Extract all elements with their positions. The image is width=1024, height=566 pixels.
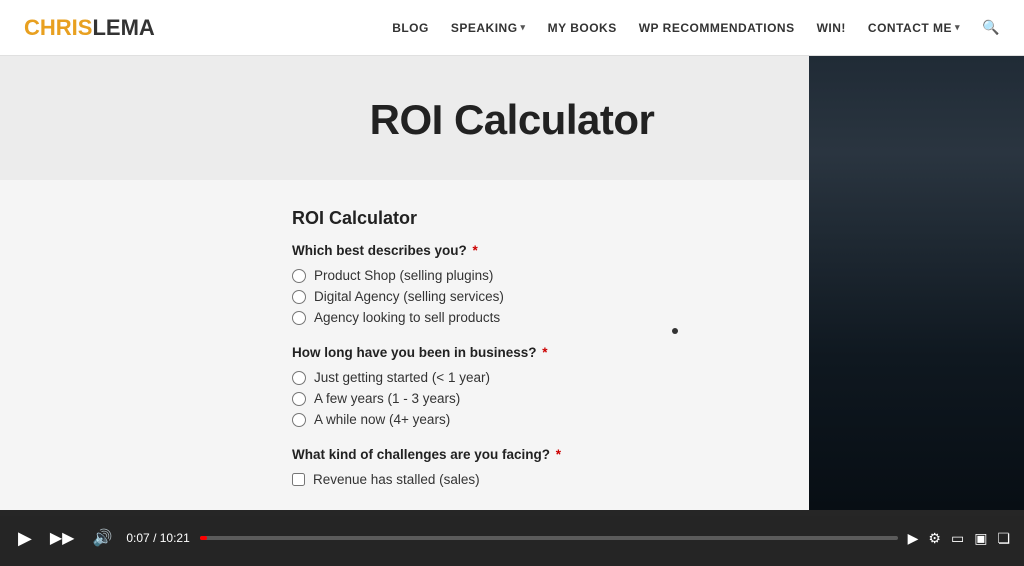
- logo-lema: LEMA: [92, 15, 154, 40]
- speaking-chevron-icon: ▾: [521, 22, 526, 33]
- question-1-options: Product Shop (selling plugins) Digital A…: [292, 268, 752, 325]
- fullscreen-icon[interactable]: ❏: [997, 530, 1010, 547]
- volume-button[interactable]: 🔊: [88, 528, 116, 548]
- question-3-block: What kind of challenges are you facing? …: [292, 447, 752, 487]
- q2-option-3-radio[interactable]: [292, 413, 306, 427]
- progress-bar[interactable]: [200, 536, 898, 540]
- video-controls-right: ▶ ⚙ ▭ ▣ ❏: [908, 530, 1010, 547]
- list-item[interactable]: Agency looking to sell products: [292, 310, 752, 325]
- settings-icon[interactable]: ⚙: [928, 530, 941, 547]
- video-time-display: 0:07 / 10:21: [126, 531, 189, 545]
- question-1-label: Which best describes you? *: [292, 243, 752, 258]
- play-button[interactable]: ▶: [14, 528, 36, 549]
- question-2-label: How long have you been in business? *: [292, 345, 752, 360]
- question-2-options: Just getting started (< 1 year) A few ye…: [292, 370, 752, 427]
- list-item[interactable]: Just getting started (< 1 year): [292, 370, 752, 385]
- q1-option-3-radio[interactable]: [292, 311, 306, 325]
- form-title: ROI Calculator: [292, 208, 752, 229]
- q3-option-1-checkbox[interactable]: [292, 473, 305, 486]
- cursor: [672, 328, 678, 334]
- list-item[interactable]: A while now (4+ years): [292, 412, 752, 427]
- question-2-block: How long have you been in business? * Ju…: [292, 345, 752, 427]
- question-1-block: Which best describes you? * Product Shop…: [292, 243, 752, 325]
- nav-speaking[interactable]: SPEAKING ▾: [451, 21, 526, 35]
- nav-mybooks[interactable]: MY BOOKS: [548, 21, 617, 35]
- nav-bar: CHRISLEMA BLOG SPEAKING ▾ MY BOOKS WP RE…: [0, 0, 1024, 56]
- list-item[interactable]: Product Shop (selling plugins): [292, 268, 752, 283]
- right-panel: [809, 0, 1024, 510]
- q1-option-1-radio[interactable]: [292, 269, 306, 283]
- youtube-icon[interactable]: ▶: [908, 530, 919, 547]
- list-item[interactable]: Digital Agency (selling services): [292, 289, 752, 304]
- nav-links: BLOG SPEAKING ▾ MY BOOKS WP RECOMMENDATI…: [392, 19, 1000, 36]
- miniplayer-icon[interactable]: ▣: [974, 530, 987, 547]
- form-inner: ROI Calculator Which best describes you?…: [272, 208, 752, 507]
- q1-option-2-radio[interactable]: [292, 290, 306, 304]
- video-bar: ▶ ▶▶ 🔊 0:07 / 10:21 ▶ ⚙ ▭ ▣ ❏: [0, 510, 1024, 566]
- nav-win[interactable]: WIN!: [817, 21, 846, 35]
- list-item[interactable]: A few years (1 - 3 years): [292, 391, 752, 406]
- contact-chevron-icon: ▾: [955, 22, 960, 33]
- q2-option-2-radio[interactable]: [292, 392, 306, 406]
- search-icon[interactable]: 🔍: [982, 19, 1000, 36]
- skip-forward-button[interactable]: ▶▶: [46, 528, 79, 548]
- nav-wp-recommendations[interactable]: WP RECOMMENDATIONS: [639, 21, 795, 35]
- progress-bar-fill: [200, 536, 208, 540]
- nav-contact-me[interactable]: CONTACT ME ▾: [868, 21, 960, 35]
- q2-option-1-radio[interactable]: [292, 371, 306, 385]
- logo-chris: CHRIS: [24, 15, 92, 40]
- logo[interactable]: CHRISLEMA: [24, 15, 155, 41]
- theater-mode-icon[interactable]: ▭: [951, 530, 964, 547]
- question-3-label: What kind of challenges are you facing? …: [292, 447, 752, 462]
- list-item[interactable]: Revenue has stalled (sales): [292, 472, 752, 487]
- question-3-options: Revenue has stalled (sales): [292, 472, 752, 487]
- nav-blog[interactable]: BLOG: [392, 21, 429, 35]
